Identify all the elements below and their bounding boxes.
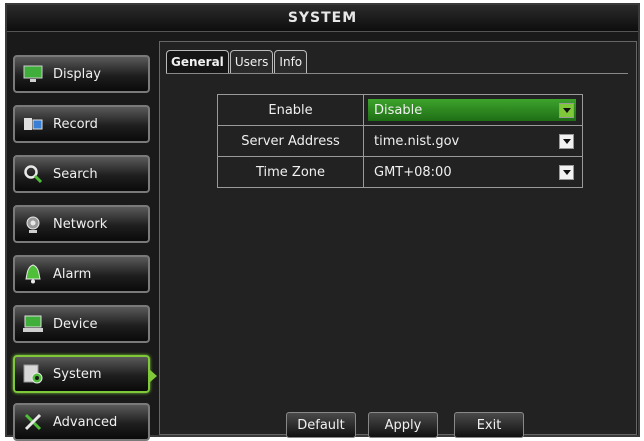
exit-button[interactable]: Exit — [454, 412, 524, 438]
apply-button[interactable]: Apply — [368, 412, 438, 438]
sidebar-item-alarm[interactable]: Alarm — [13, 255, 150, 293]
sidebar-item-network[interactable]: Network — [13, 205, 150, 243]
monitor-icon — [23, 64, 43, 84]
setting-row-enable: Enable Disable — [217, 94, 583, 126]
action-bar: Default Apply Exit — [160, 412, 636, 438]
server-address-label: Server Address — [217, 125, 364, 157]
window-title: SYSTEM — [7, 5, 638, 32]
tab-users[interactable]: Users — [229, 50, 274, 73]
settings-panel: General Users Info Enable Disable Server… — [159, 41, 637, 438]
sidebar-item-search[interactable]: Search — [13, 155, 150, 193]
tab-general[interactable]: General — [166, 50, 229, 73]
chevron-down-icon[interactable] — [559, 165, 574, 180]
sidebar-item-label: Alarm — [53, 266, 92, 282]
server-address-select[interactable]: time.nist.gov — [363, 125, 583, 157]
time-zone-label: Time Zone — [217, 156, 364, 188]
network-icon — [23, 214, 43, 234]
sidebar-item-label: Advanced — [53, 414, 118, 430]
time-zone-select[interactable]: GMT+08:00 — [363, 156, 583, 188]
system-window: SYSTEM Display Record Search Network Ala… — [5, 3, 640, 441]
device-icon — [23, 314, 43, 334]
sidebar-item-label: System — [53, 366, 102, 382]
server-address-value: time.nist.gov — [374, 133, 460, 149]
enable-select[interactable]: Disable — [363, 94, 583, 126]
tab-divider — [166, 73, 628, 74]
screen: SYSTEM Display Record Search Network Ala… — [0, 0, 644, 441]
system-icon — [23, 364, 43, 384]
sidebar-item-record[interactable]: Record — [13, 105, 150, 143]
setting-row-timezone: Time Zone GMT+08:00 — [217, 156, 583, 188]
chevron-down-icon[interactable] — [559, 134, 574, 149]
sidebar: Display Record Search Network Alarm Devi… — [9, 45, 157, 441]
search-icon — [23, 164, 43, 184]
enable-label: Enable — [217, 94, 364, 126]
tab-bar: General Users Info — [166, 50, 308, 74]
default-button[interactable]: Default — [286, 412, 356, 438]
setting-row-server: Server Address time.nist.gov — [217, 125, 583, 157]
sidebar-item-advanced[interactable]: Advanced — [13, 403, 150, 441]
sidebar-item-label: Record — [53, 116, 98, 132]
ntp-settings-table: Enable Disable Server Address time.nist.… — [217, 94, 583, 188]
time-zone-value: GMT+08:00 — [374, 164, 452, 180]
tab-info[interactable]: Info — [274, 50, 308, 73]
sidebar-item-label: Display — [53, 66, 101, 82]
sidebar-item-label: Search — [53, 166, 98, 182]
tools-icon — [23, 412, 43, 432]
sidebar-item-display[interactable]: Display — [13, 55, 150, 93]
enable-value: Disable — [368, 99, 576, 121]
sidebar-item-device[interactable]: Device — [13, 305, 150, 343]
record-icon — [23, 114, 43, 134]
sidebar-item-system[interactable]: System — [13, 355, 157, 393]
sidebar-item-label: Device — [53, 316, 98, 332]
alarm-icon — [23, 264, 43, 284]
active-pointer-icon — [149, 369, 157, 383]
chevron-down-icon[interactable] — [559, 103, 574, 118]
sidebar-item-label: Network — [53, 216, 108, 232]
